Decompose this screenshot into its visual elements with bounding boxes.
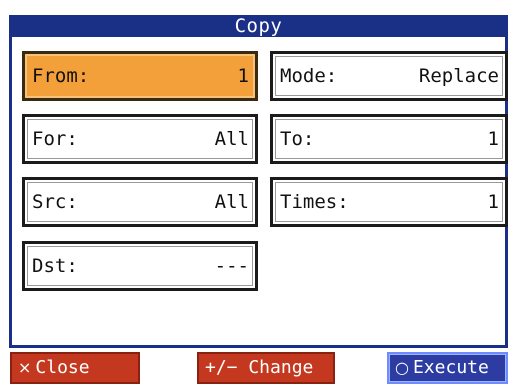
- src-value: All: [214, 191, 249, 213]
- execute-button[interactable]: ○ Execute: [387, 352, 508, 384]
- mode-label: Mode:: [280, 65, 338, 87]
- circle-icon: ○: [395, 358, 409, 377]
- close-label: Close: [35, 357, 90, 378]
- change-button[interactable]: +/− Change: [197, 352, 335, 384]
- change-label: +/− Change: [205, 357, 314, 378]
- from-field[interactable]: From: 1: [22, 51, 258, 101]
- for-value: All: [214, 128, 249, 150]
- window-title: Copy: [9, 15, 508, 37]
- for-label: For:: [32, 128, 78, 150]
- dst-field[interactable]: Dst: ---: [22, 241, 258, 291]
- copy-screen: Copy From: 1 Mode: Replace For: All To: …: [0, 0, 516, 389]
- from-label: From:: [32, 65, 90, 87]
- times-value: 1: [487, 191, 499, 213]
- mode-value: Replace: [418, 65, 499, 87]
- dst-label: Dst:: [32, 255, 78, 277]
- from-value: 1: [237, 65, 249, 87]
- to-value: 1: [487, 128, 499, 150]
- times-label: Times:: [280, 191, 349, 213]
- close-icon: ×: [18, 358, 32, 377]
- execute-label: Execute: [412, 357, 489, 378]
- close-button[interactable]: × Close: [10, 352, 140, 384]
- mode-field[interactable]: Mode: Replace: [270, 51, 508, 101]
- dst-value: ---: [214, 255, 249, 277]
- src-label: Src:: [32, 191, 78, 213]
- to-field[interactable]: To: 1: [270, 114, 508, 164]
- for-field[interactable]: For: All: [22, 114, 258, 164]
- to-label: To:: [280, 128, 315, 150]
- src-field[interactable]: Src: All: [22, 177, 258, 227]
- times-field[interactable]: Times: 1: [270, 177, 508, 227]
